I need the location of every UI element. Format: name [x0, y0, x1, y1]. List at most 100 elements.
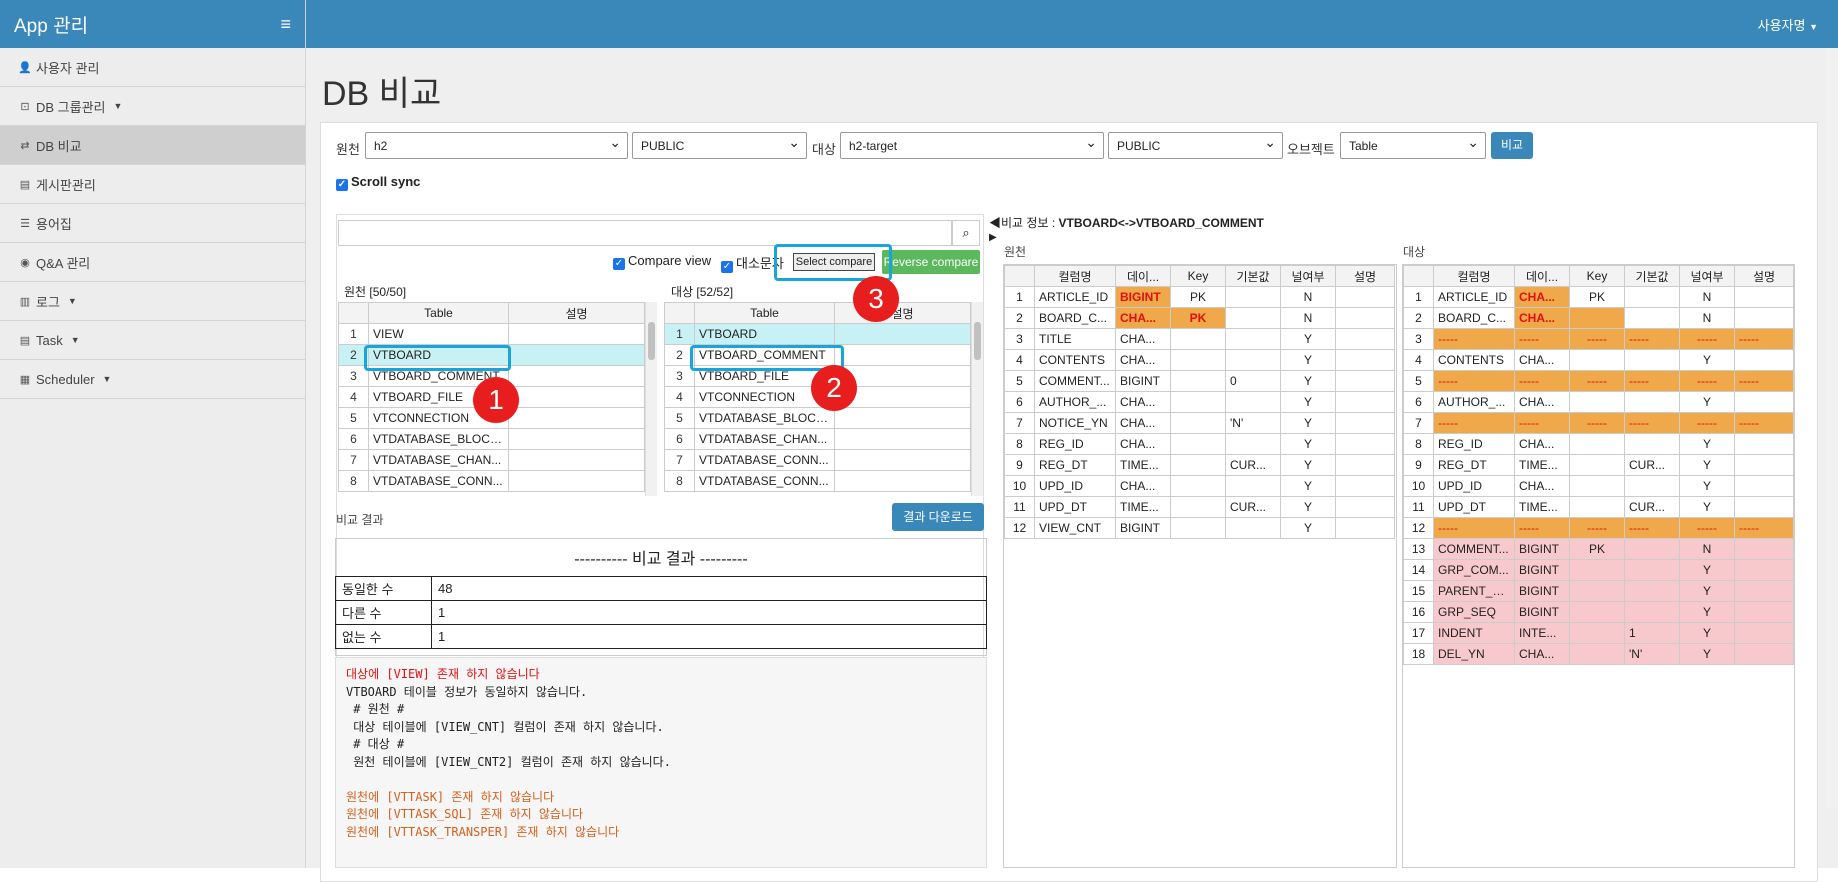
col-table[interactable]: Table — [694, 302, 835, 324]
col-header[interactable]: Key — [1569, 265, 1625, 287]
sidebar-item-db-compare[interactable]: ⇄ DB 비교 — [0, 126, 305, 165]
user-menu[interactable]: 사용자명 ▼ — [1758, 15, 1818, 34]
sidebar-item-log[interactable]: ▥ 로그 ▼ — [0, 282, 305, 321]
cell — [1569, 307, 1625, 329]
source-db-select[interactable]: h2 — [365, 132, 628, 159]
table-row[interactable]: 18 DEL_YN CHA... 'N' Y — [1403, 643, 1794, 665]
table-row[interactable]: 9 REG_DT TIME... CUR... Y — [1004, 454, 1395, 476]
table-row[interactable]: 7 NOTICE_YN CHA... 'N' Y — [1004, 412, 1395, 434]
collapse-arrow-icon[interactable]: ◀ — [989, 216, 1001, 230]
sidebar-item-glossary[interactable]: ☰ 용어집 — [0, 204, 305, 243]
table-row[interactable]: 1 VIEW — [338, 323, 645, 345]
sidebar-item-task[interactable]: ▤ Task ▼ — [0, 321, 305, 360]
table-row[interactable]: 7 VTDATABASE_CONN... — [664, 449, 971, 471]
col-header[interactable]: 널여부 — [1280, 265, 1336, 287]
source-scrollbar[interactable] — [645, 302, 657, 496]
table-row[interactable]: 5 COMMENT... BIGINT 0 Y — [1004, 370, 1395, 392]
table-row[interactable]: 11 UPD_DT TIME... CUR... Y — [1004, 496, 1395, 518]
table-name-cell[interactable]: VTDATABASE_BLOCK... — [694, 407, 835, 429]
table-row[interactable]: 1 ARTICLE_ID CHA... PK N — [1403, 286, 1794, 308]
table-row[interactable]: 2 BOARD_C... CHA... N — [1403, 307, 1794, 329]
sidebar-item-scheduler[interactable]: ▦ Scheduler ▼ — [0, 360, 305, 399]
scroll-sync-checkbox[interactable]: ✓ Scroll sync — [336, 174, 420, 191]
col-header[interactable]: 기본값 — [1225, 265, 1281, 287]
col-header[interactable]: 설명 — [1734, 265, 1794, 287]
row-number: 2 — [1403, 307, 1434, 329]
search-input[interactable] — [338, 220, 952, 246]
sidebar-item-board[interactable]: ▤ 게시판관리 — [0, 165, 305, 204]
table-name-cell[interactable]: VTDATABASE_CHAN... — [368, 449, 509, 471]
table-name-cell[interactable]: VTDATABASE_CHAN... — [694, 428, 835, 450]
table-name-cell[interactable]: VIEW — [368, 323, 509, 345]
table-row[interactable]: 11 UPD_DT TIME... CUR... Y — [1403, 496, 1794, 518]
col-header[interactable]: Key — [1170, 265, 1226, 287]
table-row[interactable]: 16 GRP_SEQ BIGINT Y — [1403, 601, 1794, 623]
scroll-thumb[interactable] — [648, 322, 655, 360]
col-header[interactable]: 설명 — [1335, 265, 1395, 287]
table-row[interactable]: 12 VIEW_CNT BIGINT Y — [1004, 517, 1395, 539]
expand-arrow-icon[interactable]: ▶ — [989, 232, 997, 243]
table-row[interactable]: 1 ARTICLE_ID BIGINT PK N — [1004, 286, 1395, 308]
search-icon[interactable]: ⌕ — [952, 220, 980, 246]
table-row[interactable]: 6 VTDATABASE_CHAN... — [664, 428, 971, 450]
table-row[interactable]: 8 REG_ID CHA... Y — [1403, 433, 1794, 455]
table-name-cell[interactable]: VTDATABASE_CONN... — [368, 470, 509, 492]
table-row[interactable]: 6 VTDATABASE_BLOCK... — [338, 428, 645, 450]
reverse-compare-button[interactable]: Reverse compare — [882, 250, 980, 274]
compare-view-checkbox[interactable]: ✓ Compare view — [613, 253, 711, 270]
table-row[interactable]: 3 ----- ----- ----- ----- ----- ----- — [1403, 328, 1794, 350]
col-header[interactable]: 컬럼명 — [1034, 265, 1116, 287]
table-row[interactable]: 6 AUTHOR_... CHA... Y — [1004, 391, 1395, 413]
table-name-cell[interactable]: VTDATABASE_CONN... — [694, 470, 835, 492]
object-type-select[interactable]: Table — [1340, 132, 1486, 159]
table-row[interactable]: 5 VTDATABASE_BLOCK... — [664, 407, 971, 429]
col-header[interactable]: 널여부 — [1679, 265, 1735, 287]
table-row[interactable]: 12 ----- ----- ----- ----- ----- ----- — [1403, 517, 1794, 539]
cell: CONTENTS — [1034, 349, 1116, 371]
table-name-cell[interactable]: VTDATABASE_BLOCK... — [368, 428, 509, 450]
table-row[interactable]: 10 UPD_ID CHA... Y — [1403, 475, 1794, 497]
page-scrollbar[interactable] — [1826, 48, 1838, 808]
col-desc[interactable]: 설명 — [508, 302, 645, 324]
col-header[interactable]: 데이... — [1514, 265, 1570, 287]
col-table[interactable]: Table — [368, 302, 509, 324]
cell: ----- — [1679, 412, 1735, 434]
col-header[interactable]: 컬럼명 — [1433, 265, 1515, 287]
table-row[interactable]: 4 CONTENTS CHA... Y — [1004, 349, 1395, 371]
col-header[interactable]: 데이... — [1115, 265, 1171, 287]
target-scrollbar[interactable] — [971, 302, 983, 496]
table-row[interactable]: 10 UPD_ID CHA... Y — [1004, 475, 1395, 497]
table-row[interactable]: 7 VTDATABASE_CHAN... — [338, 449, 645, 471]
sidebar-item-users[interactable]: 👤 사용자 관리 — [0, 48, 305, 87]
table-row[interactable]: 1 VTBOARD — [664, 323, 971, 345]
compare-button[interactable]: 비교 — [1491, 132, 1533, 159]
table-row[interactable]: 17 INDENT INTE... 1 Y — [1403, 622, 1794, 644]
download-result-button[interactable]: 결과 다운로드 — [892, 503, 984, 531]
table-row[interactable]: 14 GRP_COM... BIGINT Y — [1403, 559, 1794, 581]
checkbox-check-icon: ✓ — [721, 261, 733, 273]
table-row[interactable]: 8 VTDATABASE_CONN... — [664, 470, 971, 492]
table-row[interactable]: 8 REG_ID CHA... Y — [1004, 433, 1395, 455]
table-row[interactable]: 3 TITLE CHA... Y — [1004, 328, 1395, 350]
sidebar-item-db-group[interactable]: ⊡ DB 그룹관리 ▼ — [0, 87, 305, 126]
hamburger-icon[interactable]: ≡ — [280, 14, 291, 35]
table-row[interactable]: 5 ----- ----- ----- ----- ----- ----- — [1403, 370, 1794, 392]
table-row[interactable]: 2 BOARD_C... CHA... PK N — [1004, 307, 1395, 329]
table-row[interactable]: 9 REG_DT TIME... CUR... Y — [1403, 454, 1794, 476]
table-name-cell[interactable]: VTBOARD — [694, 323, 835, 345]
cell: AUTHOR_... — [1034, 391, 1116, 413]
table-row[interactable]: 13 COMMENT... BIGINT PK N — [1403, 538, 1794, 560]
target-schema-select[interactable]: PUBLIC — [1108, 132, 1283, 159]
target-db-select[interactable]: h2-target — [840, 132, 1104, 159]
table-row[interactable]: 4 CONTENTS CHA... Y — [1403, 349, 1794, 371]
source-schema-select[interactable]: PUBLIC — [632, 132, 807, 159]
app-title[interactable]: App 관리 — [14, 11, 88, 38]
table-row[interactable]: 6 AUTHOR_... CHA... Y — [1403, 391, 1794, 413]
table-row[interactable]: 8 VTDATABASE_CONN... — [338, 470, 645, 492]
table-name-cell[interactable]: VTDATABASE_CONN... — [694, 449, 835, 471]
table-row[interactable]: 7 ----- ----- ----- ----- ----- ----- — [1403, 412, 1794, 434]
table-row[interactable]: 15 PARENT_C... BIGINT Y — [1403, 580, 1794, 602]
scroll-thumb[interactable] — [974, 322, 981, 360]
col-header[interactable]: 기본값 — [1624, 265, 1680, 287]
sidebar-item-qa[interactable]: ◉ Q&A 관리 — [0, 243, 305, 282]
